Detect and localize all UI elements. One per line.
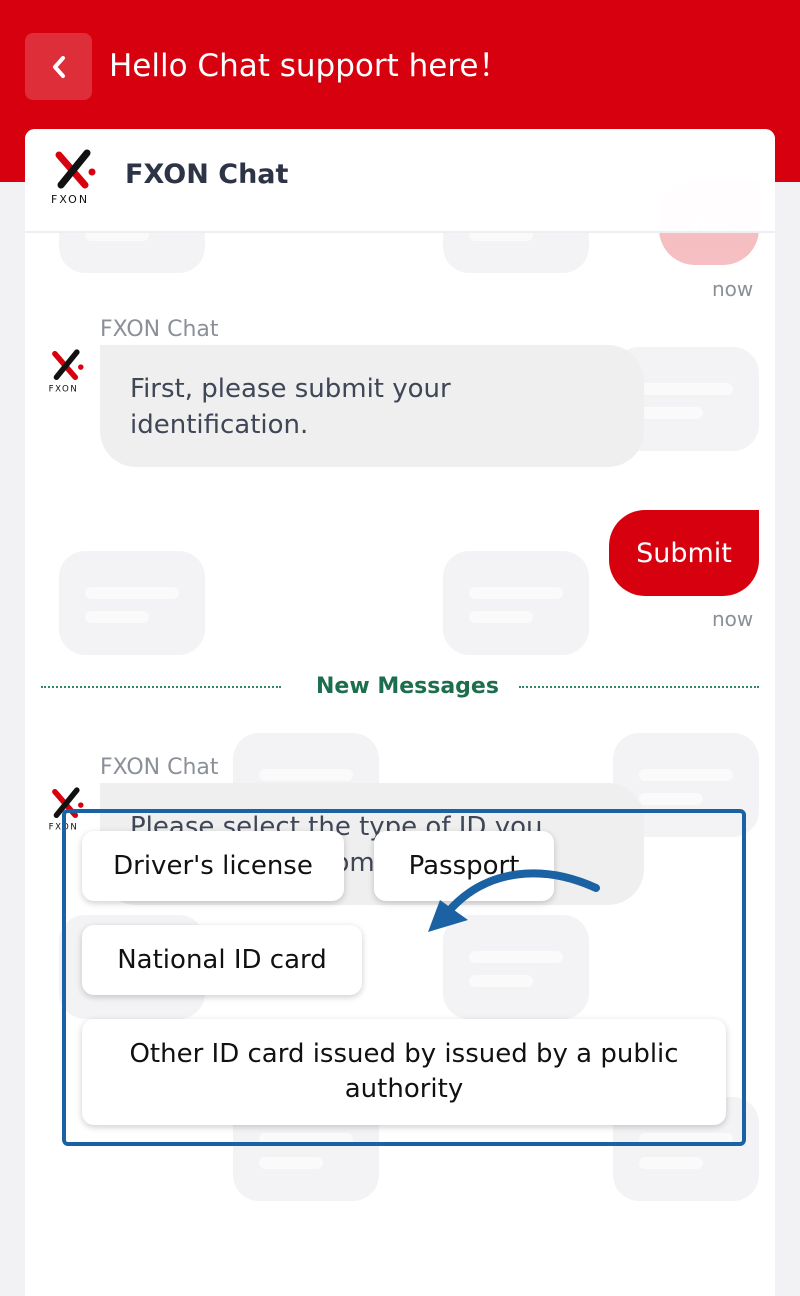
chevron-left-icon bbox=[52, 55, 65, 78]
bot-message-bubble: First, please submit your identification… bbox=[100, 345, 644, 467]
divider-line bbox=[41, 686, 281, 688]
logo-wordmark: FXON bbox=[49, 384, 79, 394]
message-time: now bbox=[712, 277, 754, 301]
user-message-bubble: Submit bbox=[609, 510, 759, 596]
divider-line bbox=[519, 686, 759, 688]
bot-avatar: FXON bbox=[47, 347, 91, 395]
chat-title: FXON Chat bbox=[125, 159, 289, 190]
option-drivers-license[interactable]: Driver's license bbox=[82, 831, 344, 901]
sender-name: FXON Chat bbox=[100, 317, 219, 342]
back-button[interactable] bbox=[25, 33, 92, 100]
logo-wordmark: FXON bbox=[51, 193, 89, 206]
option-national-id-card[interactable]: National ID card bbox=[82, 925, 362, 995]
watermark-bubble bbox=[59, 551, 205, 655]
id-type-options: Driver's license Passport National ID ca… bbox=[62, 809, 746, 1146]
option-other-public-id[interactable]: Other ID card issued by issued by a publ… bbox=[82, 1019, 726, 1125]
message-time: now bbox=[712, 607, 754, 631]
page-title: Hello Chat support here！ bbox=[109, 48, 510, 84]
sender-name: FXON Chat bbox=[100, 755, 219, 780]
new-messages-label: New Messages bbox=[316, 674, 499, 699]
pointer-arrow-icon bbox=[428, 869, 600, 932]
chat-header: FXON FXON Chat bbox=[25, 129, 775, 233]
watermark-bubble bbox=[443, 551, 589, 655]
fxon-logo: FXON bbox=[49, 147, 105, 207]
